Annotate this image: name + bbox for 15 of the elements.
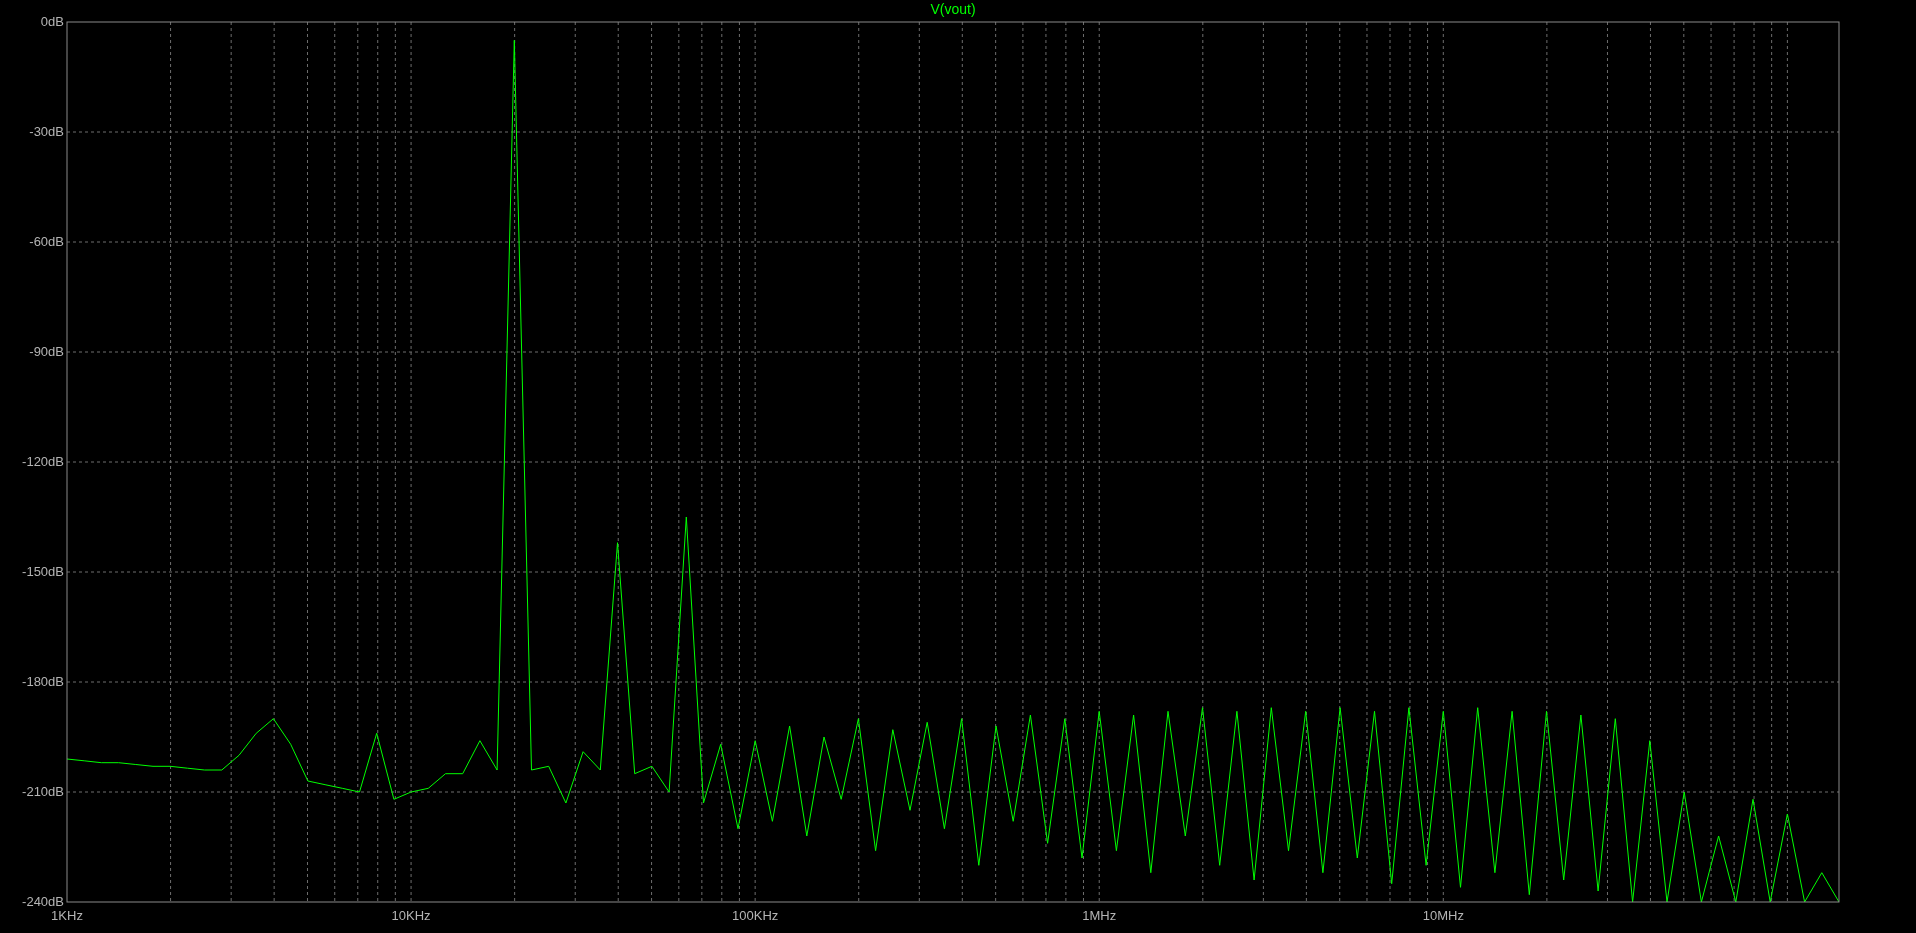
- axis-tick-label: -150dB: [22, 564, 64, 579]
- axis-tick-label: -240dB: [22, 894, 64, 909]
- axis-tick-label: 100KHz: [732, 908, 779, 923]
- axis-tick-label: 10MHz: [1422, 908, 1464, 923]
- axis-tick-label: -210dB: [22, 784, 64, 799]
- axis-tick-label: 1KHz: [51, 908, 83, 923]
- axis-tick-label: -90dB: [29, 344, 64, 359]
- axis-tick-label: 10KHz: [391, 908, 431, 923]
- axis-tick-label: -120dB: [22, 454, 64, 469]
- axis-tick-label: -30dB: [29, 124, 64, 139]
- axis-tick-label: -180dB: [22, 674, 64, 689]
- axis-tick-label: -60dB: [29, 234, 64, 249]
- axis-tick-label: 0dB: [40, 14, 64, 29]
- trace-name: V(vout): [930, 1, 976, 17]
- axis-tick-label: 1MHz: [1082, 908, 1117, 923]
